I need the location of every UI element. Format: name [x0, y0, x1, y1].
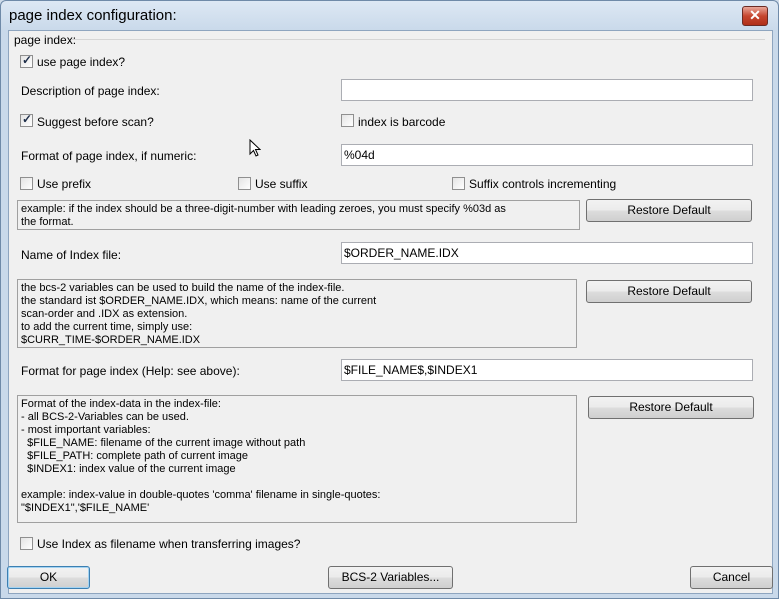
restore-default-page-format-button[interactable]: Restore Default	[588, 396, 754, 419]
use-prefix-checkbox[interactable]	[20, 177, 33, 190]
suggest-before-scan-checkbox[interactable]: ✓	[20, 112, 33, 127]
close-icon: ✕	[749, 7, 761, 23]
index-file-label: Name of Index file:	[21, 248, 122, 262]
mouse-cursor-icon	[249, 139, 261, 157]
check-icon: ✓	[22, 53, 33, 67]
use-suffix-checkbox[interactable]	[238, 177, 251, 190]
format-numeric-label: Format of page index, if numeric:	[21, 149, 197, 163]
suggest-before-scan-label[interactable]: Suggest before scan?	[37, 115, 154, 129]
dialog-window: page index configuration: ✕ page index: …	[0, 0, 779, 599]
bcs2-variables-button[interactable]: BCS-2 Variables...	[328, 566, 453, 589]
use-index-filename-checkbox[interactable]	[20, 537, 33, 550]
description-label: Description of page index:	[21, 84, 160, 98]
page-format-help-text: Format of the index-data in the index-fi…	[17, 395, 577, 523]
title-bar[interactable]: page index configuration: ✕	[1, 1, 778, 31]
index-is-barcode-label[interactable]: index is barcode	[358, 115, 445, 129]
dialog-body: page index: ✓ use page index? Descriptio…	[8, 30, 773, 594]
use-page-index-label[interactable]: use page index?	[37, 55, 125, 69]
page-format-input[interactable]: $FILE_NAME$,$INDEX1	[341, 359, 753, 381]
ok-button[interactable]: OK	[7, 566, 90, 589]
group-divider	[71, 39, 765, 40]
index-is-barcode-checkbox[interactable]	[341, 114, 354, 127]
use-index-filename-label[interactable]: Use Index as filename when transferring …	[37, 537, 300, 551]
use-page-index-checkbox[interactable]: ✓	[20, 53, 33, 68]
format-numeric-input[interactable]: %04d	[341, 144, 753, 166]
suffix-controls-label[interactable]: Suffix controls incrementing	[469, 177, 616, 191]
index-file-help-text: the bcs-2 variables can be used to build…	[17, 279, 577, 348]
index-file-input[interactable]: $ORDER_NAME.IDX	[341, 242, 753, 264]
window-title: page index configuration:	[9, 7, 177, 24]
suffix-controls-checkbox[interactable]	[452, 177, 465, 190]
page-format-label: Format for page index (Help: see above):	[21, 364, 240, 378]
use-prefix-label[interactable]: Use prefix	[37, 177, 91, 191]
restore-default-format-button[interactable]: Restore Default	[586, 199, 752, 222]
group-label: page index:	[14, 33, 77, 47]
check-icon: ✓	[22, 112, 33, 126]
format-help-text: example: if the index should be a three-…	[17, 200, 580, 230]
restore-default-index-file-button[interactable]: Restore Default	[586, 280, 752, 303]
cancel-button[interactable]: Cancel	[690, 566, 773, 589]
description-input[interactable]	[341, 79, 753, 101]
use-suffix-label[interactable]: Use suffix	[255, 177, 307, 191]
close-button[interactable]: ✕	[742, 6, 768, 26]
